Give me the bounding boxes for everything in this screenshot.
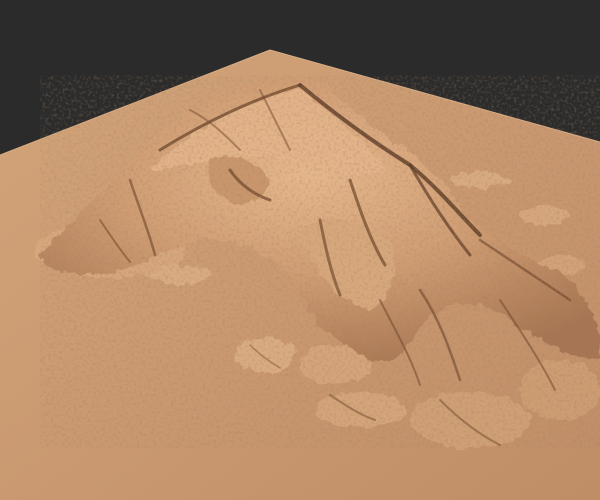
3d-viewport[interactable] <box>0 0 600 500</box>
terrain-render[interactable] <box>0 0 600 500</box>
